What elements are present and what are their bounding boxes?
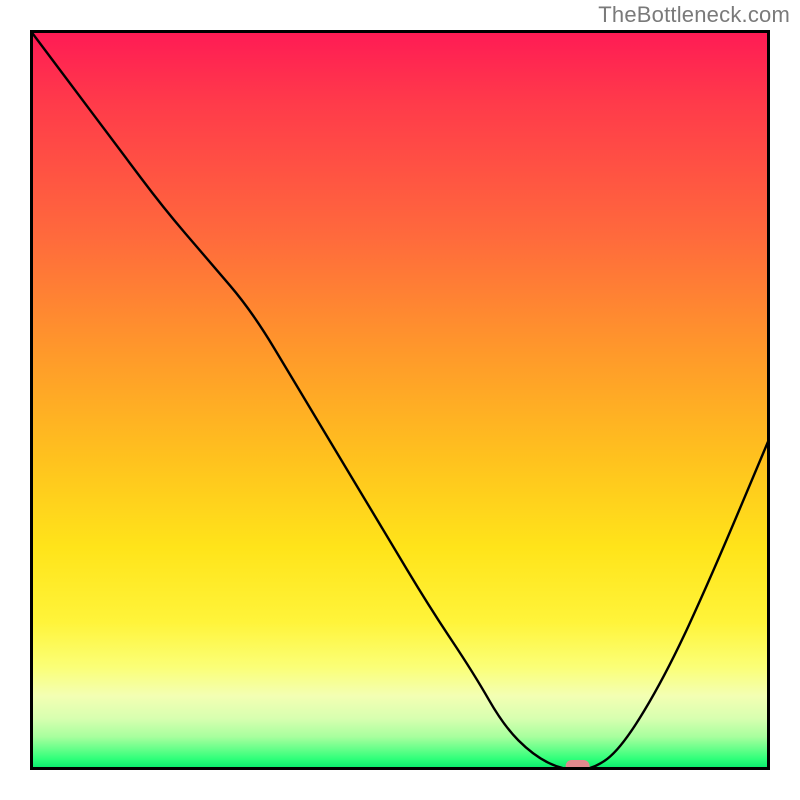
chart-svg: [30, 30, 770, 770]
bottleneck-curve-line: [30, 30, 770, 770]
attribution-text: TheBottleneck.com: [598, 2, 790, 28]
chart-frame-border: [30, 30, 770, 770]
chart-area: [30, 30, 770, 770]
